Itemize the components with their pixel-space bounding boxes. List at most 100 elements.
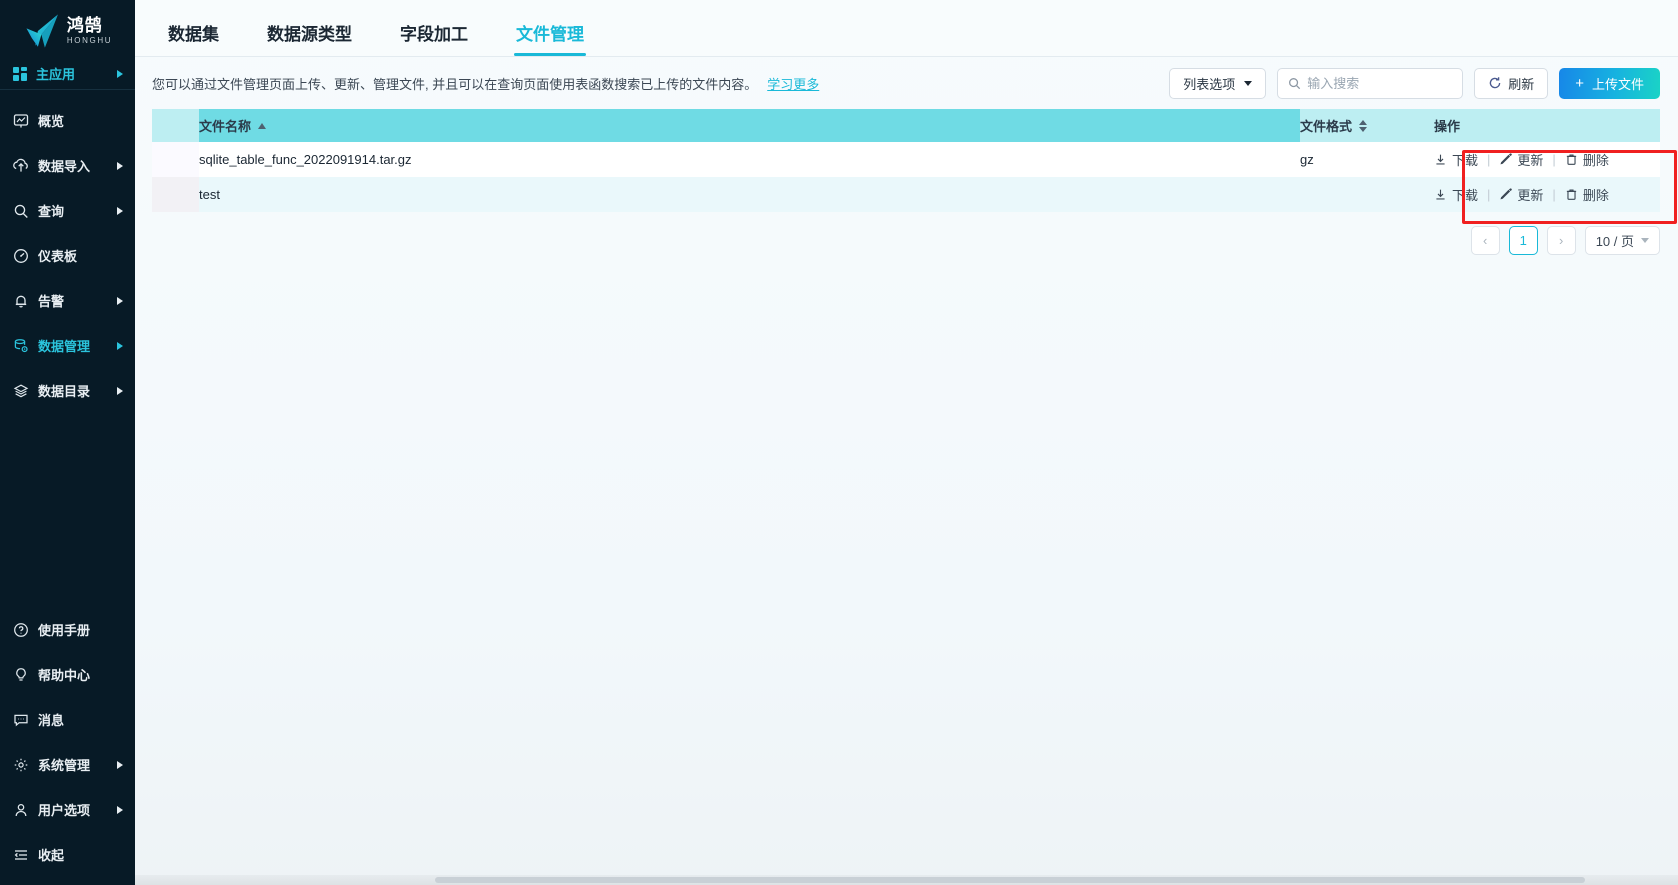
upload-file-button[interactable]: + 上传文件 — [1559, 67, 1660, 99]
column-header-filename-label: 文件名称 — [199, 119, 252, 134]
bell-icon — [12, 292, 29, 309]
tab-field-processing[interactable]: 字段加工 — [384, 20, 484, 56]
file-table-head: 文件名称 文件格式 操作 — [152, 109, 1660, 142]
data-import-icon — [12, 157, 29, 174]
chevron-right-icon — [117, 805, 123, 814]
sidebar-item-user-manual[interactable]: 使用手册 — [0, 607, 135, 652]
row-spacer-cell — [152, 142, 199, 177]
sidebar-item-data-import[interactable]: 数据导入 — [0, 143, 135, 188]
sort-ascending-icon[interactable] — [258, 122, 267, 129]
sidebar-item-collapse-label: 收起 — [38, 848, 65, 863]
sidebar-item-user-options-label: 用户选项 — [38, 803, 91, 818]
pagination-next-button[interactable]: › — [1546, 226, 1576, 255]
sidebar-item-data-import-label: 数据导入 — [38, 159, 91, 174]
refresh-button[interactable]: 刷新 — [1474, 67, 1549, 99]
page-size-select[interactable]: 10 / 页 — [1584, 226, 1660, 255]
chevron-right-icon — [117, 161, 123, 170]
download-action[interactable]: 下载 — [1434, 185, 1478, 204]
download-icon — [1434, 188, 1447, 201]
brand-name-en: HONGHU — [66, 36, 113, 45]
column-header-filename[interactable]: 文件名称 — [199, 109, 1300, 142]
action-separator: | — [1552, 152, 1556, 167]
delete-action[interactable]: 删除 — [1565, 150, 1609, 169]
column-header-fileformat-label: 文件格式 — [1300, 119, 1353, 134]
sidebar-item-user-manual-label: 使用手册 — [38, 623, 91, 638]
sidebar-item-user-options[interactable]: 用户选项 — [0, 787, 135, 832]
sidebar-item-dashboard-label: 仪表板 — [38, 249, 78, 264]
apps-grid-icon — [12, 66, 28, 81]
sidebar-item-query[interactable]: 查询 — [0, 188, 135, 233]
delete-action[interactable]: 删除 — [1565, 185, 1609, 204]
delete-label: 删除 — [1582, 153, 1609, 168]
chevron-down-icon — [1244, 80, 1253, 86]
sidebar-item-system-management[interactable]: 系统管理 — [0, 742, 135, 787]
sidebar-item-data-catalog[interactable]: 数据目录 — [0, 368, 135, 413]
pagination: ‹ 1 › 10 / 页 — [135, 212, 1678, 255]
search-box[interactable] — [1277, 67, 1464, 99]
sidebar-item-messages[interactable]: 消息 — [0, 697, 135, 742]
column-header-fileformat[interactable]: 文件格式 — [1300, 109, 1434, 142]
search-icon — [12, 202, 29, 219]
plus-icon: + — [1575, 74, 1584, 92]
action-separator: | — [1487, 152, 1491, 167]
search-input[interactable] — [1307, 75, 1453, 91]
toolbar-actions: 列表选项 输入搜索 刷新 + 上传文件 — [1169, 67, 1660, 99]
brand-name-cn: 鸿鹄 — [66, 16, 103, 35]
download-label: 下载 — [1452, 153, 1479, 168]
database-gear-icon — [12, 337, 29, 354]
sidebar-item-query-label: 查询 — [38, 204, 65, 219]
scrollbar-thumb[interactable] — [435, 877, 1585, 883]
file-table-container: 文件名称 文件格式 操作 sqlite_table_func_202209191… — [135, 109, 1678, 212]
tab-file-management[interactable]: 文件管理 — [500, 20, 600, 56]
download-action[interactable]: 下载 — [1434, 150, 1478, 169]
learn-more-link[interactable]: 学习更多 — [767, 77, 819, 92]
table-row[interactable]: sqlite_table_func_2022091914.tar.gz gz 下… — [152, 142, 1660, 177]
sidebar-item-dashboard[interactable]: 仪表板 — [0, 233, 135, 278]
tab-datasets[interactable]: 数据集 — [152, 20, 235, 56]
question-circle-icon — [12, 621, 29, 638]
column-header-actions: 操作 — [1434, 109, 1660, 142]
layers-icon — [12, 382, 29, 399]
user-icon — [12, 801, 29, 818]
sidebar-nav-bottom: 使用手册 帮助中心 消息 系统管理 用户选项 收起 — [0, 607, 135, 885]
search-icon — [1288, 77, 1301, 90]
download-icon — [1434, 153, 1447, 166]
message-icon — [12, 711, 29, 728]
sidebar-item-overview[interactable]: 概览 — [0, 98, 135, 143]
brand-logo[interactable]: 鸿鹄 HONGHU — [0, 0, 135, 58]
sidebar-item-main-app[interactable]: 主应用 — [0, 58, 135, 90]
upload-file-label: 上传文件 — [1591, 76, 1644, 92]
sidebar-item-collapse[interactable]: 收起 — [0, 832, 135, 877]
collapse-icon — [12, 846, 29, 863]
update-action[interactable]: 更新 — [1499, 150, 1543, 169]
chevron-right-icon — [117, 341, 123, 350]
pagination-prev-button[interactable]: ‹ — [1470, 226, 1500, 255]
chevron-right-icon — [117, 386, 123, 395]
file-table-body: sqlite_table_func_2022091914.tar.gz gz 下… — [152, 142, 1660, 212]
action-separator: | — [1552, 187, 1556, 202]
sidebar-item-help-center[interactable]: 帮助中心 — [0, 652, 135, 697]
chevron-right-icon — [117, 206, 123, 215]
sidebar-item-alerts[interactable]: 告警 — [0, 278, 135, 323]
sidebar-item-main-app-label: 主应用 — [36, 67, 76, 82]
cell-actions: 下载 | 更新 | 删除 — [1434, 142, 1660, 177]
lightbulb-icon — [12, 666, 29, 683]
list-options-button[interactable]: 列表选项 — [1169, 67, 1267, 99]
table-row[interactable]: test 下载 | 更新 | 删除 — [152, 177, 1660, 212]
pagination-page-1[interactable]: 1 — [1508, 226, 1538, 255]
refresh-label: 刷新 — [1508, 76, 1535, 92]
trash-icon — [1565, 153, 1578, 166]
update-label: 更新 — [1517, 188, 1544, 203]
edit-pencil-icon — [1499, 153, 1513, 166]
trash-icon — [1565, 188, 1578, 201]
tab-datasource-types[interactable]: 数据源类型 — [251, 20, 368, 56]
cell-filename: sqlite_table_func_2022091914.tar.gz — [199, 142, 1300, 177]
sidebar-item-data-catalog-label: 数据目录 — [38, 384, 91, 399]
update-action[interactable]: 更新 — [1499, 185, 1543, 204]
sidebar-item-data-management[interactable]: 数据管理 — [0, 323, 135, 368]
gear-icon — [12, 756, 29, 773]
horizontal-scrollbar[interactable] — [135, 875, 1678, 885]
page-description: 您可以通过文件管理页面上传、更新、管理文件, 并且可以在查询页面使用表函数搜索已… — [152, 74, 819, 93]
sidebar-item-alerts-label: 告警 — [38, 294, 65, 309]
sort-toggle-icon[interactable] — [1359, 119, 1368, 132]
